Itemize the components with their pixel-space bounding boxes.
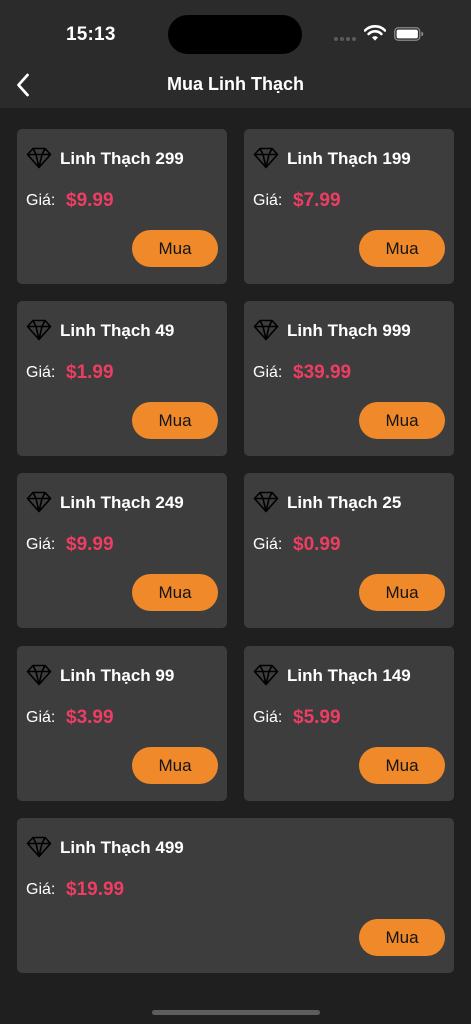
- product-card: Linh Thạch 499 Giá: $19.99 Mua: [17, 818, 454, 973]
- product-name: Linh Thạch 299: [60, 149, 184, 168]
- diamond-icon: [253, 491, 279, 513]
- price-label: Giá:: [253, 536, 283, 553]
- product-name: Linh Thạch 49: [60, 321, 175, 340]
- product-price: $9.99: [66, 534, 114, 555]
- buy-button[interactable]: Mua: [132, 574, 218, 611]
- home-indicator[interactable]: [152, 1010, 320, 1015]
- page-title: Mua Linh Thạch: [167, 74, 304, 94]
- buy-button[interactable]: Mua: [359, 230, 445, 267]
- battery-icon: [394, 27, 424, 41]
- product-name: Linh Thạch 149: [287, 666, 411, 685]
- product-card: Linh Thạch 299 Giá: $9.99 Mua: [17, 129, 227, 284]
- price-label: Giá:: [253, 192, 283, 209]
- product-card: Linh Thạch 25 Giá: $0.99 Mua: [244, 473, 454, 628]
- buy-button[interactable]: Mua: [359, 747, 445, 784]
- product-price: $7.99: [293, 190, 341, 211]
- status-bar: 15:13: [0, 0, 471, 62]
- product-name: Linh Thạch 199: [287, 149, 411, 168]
- diamond-icon: [253, 319, 279, 341]
- price-label: Giá:: [26, 364, 56, 381]
- buy-button[interactable]: Mua: [132, 230, 218, 267]
- navigation-bar: Mua Linh Thạch: [0, 62, 471, 108]
- product-card: Linh Thạch 999 Giá: $39.99 Mua: [244, 301, 454, 456]
- diamond-icon: [26, 491, 52, 513]
- product-name: Linh Thạch 499: [60, 838, 184, 857]
- diamond-icon: [26, 319, 52, 341]
- price-label: Giá:: [26, 881, 56, 898]
- product-name: Linh Thạch 249: [60, 493, 184, 512]
- product-name: Linh Thạch 999: [287, 321, 411, 340]
- product-price: $3.99: [66, 707, 114, 728]
- price-label: Giá:: [26, 709, 56, 726]
- price-label: Giá:: [26, 192, 56, 209]
- buy-button[interactable]: Mua: [359, 574, 445, 611]
- diamond-icon: [253, 147, 279, 169]
- price-label: Giá:: [253, 364, 283, 381]
- product-price: $0.99: [293, 534, 341, 555]
- diamond-icon: [253, 664, 279, 686]
- dynamic-island: [168, 15, 302, 54]
- product-price: $5.99: [293, 707, 341, 728]
- product-card: Linh Thạch 249 Giá: $9.99 Mua: [17, 473, 227, 628]
- buy-button[interactable]: Mua: [359, 402, 445, 439]
- status-time: 15:13: [66, 24, 116, 45]
- product-card: Linh Thạch 199 Giá: $7.99 Mua: [244, 129, 454, 284]
- cellular-signal-icon: [334, 36, 358, 42]
- product-card: Linh Thạch 99 Giá: $3.99 Mua: [17, 646, 227, 801]
- buy-button[interactable]: Mua: [132, 402, 218, 439]
- product-name: Linh Thạch 99: [60, 666, 175, 685]
- diamond-icon: [26, 836, 52, 858]
- buy-button[interactable]: Mua: [132, 747, 218, 784]
- product-price: $19.99: [66, 879, 125, 900]
- diamond-icon: [26, 147, 52, 169]
- price-label: Giá:: [26, 536, 56, 553]
- product-name: Linh Thạch 25: [287, 493, 402, 512]
- diamond-icon: [26, 664, 52, 686]
- product-price: $1.99: [66, 362, 114, 383]
- buy-button[interactable]: Mua: [359, 919, 445, 956]
- wifi-icon: [364, 25, 386, 41]
- product-card: Linh Thạch 49 Giá: $1.99 Mua: [17, 301, 227, 456]
- product-price: $39.99: [293, 362, 352, 383]
- price-label: Giá:: [253, 709, 283, 726]
- product-card: Linh Thạch 149 Giá: $5.99 Mua: [244, 646, 454, 801]
- product-price: $9.99: [66, 190, 114, 211]
